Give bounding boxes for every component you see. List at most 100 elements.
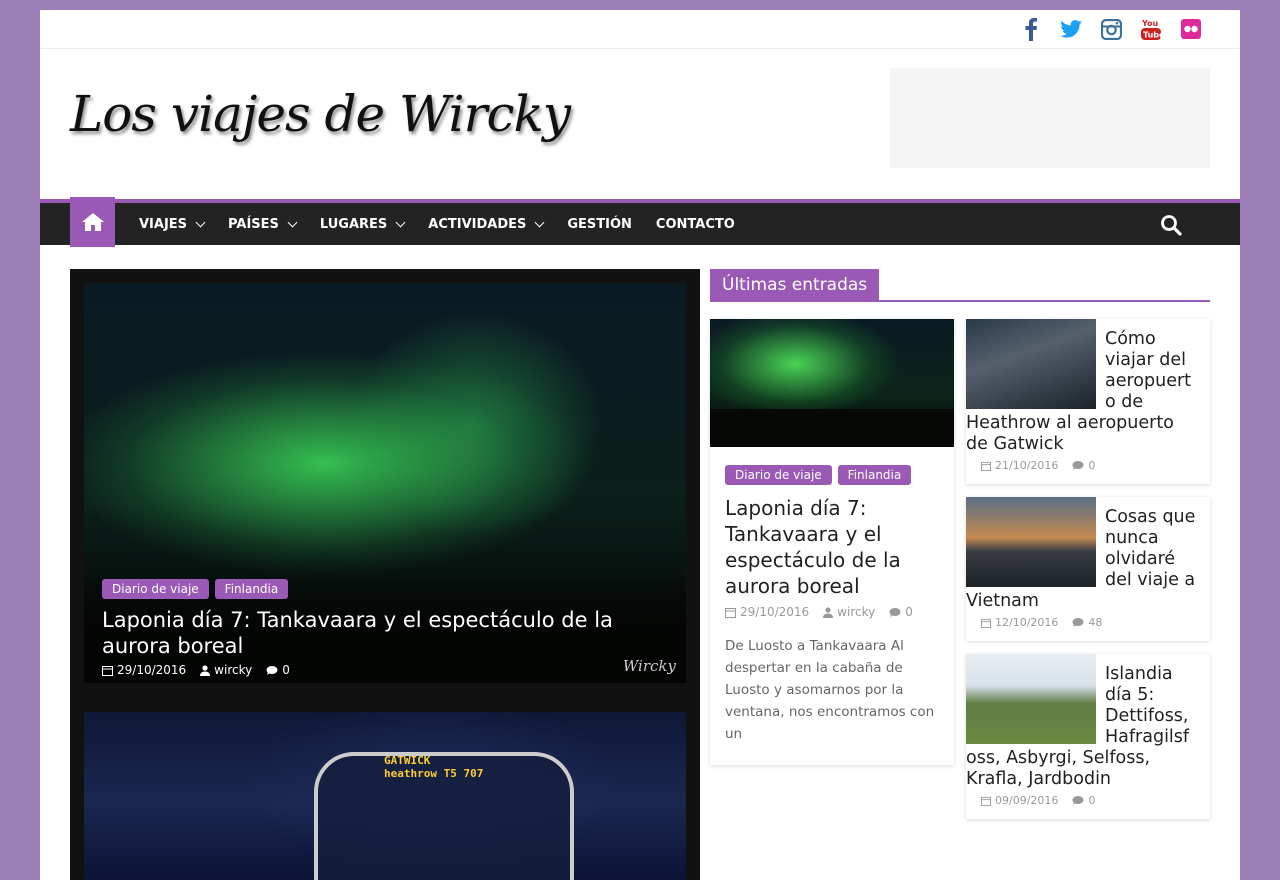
featured-slider: Diario de viaje Finlandia Laponia día 7:…: [70, 269, 700, 880]
post-comments[interactable]: 48: [1072, 616, 1102, 629]
latest-post-card: Cosas que nunca olvidaré del viaje a Vie…: [966, 497, 1210, 641]
youtube-icon[interactable]: You Tube: [1140, 16, 1162, 42]
image-watermark: Wircky: [622, 657, 676, 675]
chevron-down-icon: [395, 217, 406, 227]
latest-posts-title: Últimas entradas: [710, 269, 880, 302]
post-date[interactable]: 29/10/2016: [725, 605, 809, 619]
post-author-text: wircky: [837, 605, 876, 619]
chevron-down-icon: [195, 217, 206, 227]
latest-featured-post: Diario de viaje Finlandia Laponia día 7:…: [710, 319, 954, 765]
post-date-text: 29/10/2016: [740, 605, 810, 619]
chevron-down-icon: [534, 217, 545, 227]
comments-icon: [889, 607, 901, 617]
calendar-icon: [725, 607, 736, 618]
calendar-icon: [981, 461, 991, 471]
slide-caption: Diario de viaje Finlandia Laponia día 7:…: [102, 579, 666, 677]
slide-aurora[interactable]: Diario de viaje Finlandia Laponia día 7:…: [84, 283, 686, 683]
home-icon: [81, 213, 104, 231]
latest-posts-header: Últimas entradas: [710, 269, 1210, 302]
post-date[interactable]: 29/10/2016: [102, 663, 186, 677]
post-date-text: 12/10/2016: [995, 616, 1059, 629]
slide-categories: Diario de viaje Finlandia: [102, 579, 666, 599]
featured-post-excerpt: De Luosto a Tankavaara Al despertar en l…: [725, 638, 935, 742]
post-date[interactable]: 09/09/2016: [981, 794, 1058, 807]
bus-sign-line: GATWICK: [384, 754, 431, 767]
facebook-icon[interactable]: [1020, 16, 1042, 42]
calendar-icon: [102, 665, 113, 676]
nav-item-label: LUGARES: [319, 216, 388, 232]
nav-item-actividades[interactable]: ACTIVIDADES: [416, 201, 555, 247]
post-thumbnail[interactable]: [966, 497, 1096, 587]
flickr-icon[interactable]: [1180, 16, 1202, 42]
post-comments-text: 0: [1088, 794, 1096, 807]
post-comments[interactable]: 0: [1072, 459, 1095, 472]
post-comments[interactable]: 0: [889, 605, 913, 619]
featured-post-title[interactable]: Laponia día 7: Tankavaara y el espectácu…: [725, 495, 939, 599]
user-icon: [823, 606, 834, 618]
post-date-text: 21/10/2016: [995, 459, 1059, 472]
post-comments-text: 0: [905, 605, 913, 619]
category-badge[interactable]: Finlandia: [214, 579, 289, 599]
site-header: Los viajes de Wircky: [40, 49, 1240, 199]
search-button[interactable]: [1160, 214, 1184, 238]
category-badge[interactable]: Diario de viaje: [725, 465, 832, 485]
post-comments-text: 0: [282, 663, 290, 677]
site-logo[interactable]: Los viajes de Wircky: [70, 69, 571, 159]
post-thumbnail[interactable]: [966, 319, 1096, 409]
nav-menu: VIAJES PAÍSES LUGARES ACTIVIDADES GESTIÓ…: [127, 201, 747, 247]
calendar-icon: [981, 796, 991, 806]
post-thumbnail[interactable]: [966, 654, 1096, 744]
post-author[interactable]: wircky: [200, 663, 252, 677]
nav-item-label: GESTIÓN: [567, 216, 632, 232]
featured-post-categories: Diario de viaje Finlandia: [725, 465, 939, 485]
post-comments[interactable]: 0: [1072, 794, 1095, 807]
latest-post-card: Cómo viajar del aeropuert o de Heathrow …: [966, 319, 1210, 484]
instagram-icon[interactable]: [1100, 16, 1122, 42]
nav-item-viajes[interactable]: VIAJES: [127, 201, 216, 247]
post-comments-text: 0: [1088, 459, 1096, 472]
slide-bus[interactable]: GATWICK heathrow T5 707: [84, 712, 686, 880]
chevron-down-icon: [287, 217, 298, 227]
featured-post-meta: 29/10/2016 wircky 0: [725, 605, 939, 619]
calendar-icon: [981, 618, 991, 628]
post-date-text: 29/10/2016: [117, 663, 187, 677]
slide-title[interactable]: Laponia día 7: Tankavaara y el espectácu…: [102, 607, 666, 659]
post-title-tail[interactable]: Vietnam: [966, 591, 1210, 612]
featured-post-thumbnail[interactable]: [710, 319, 954, 447]
comments-icon: [266, 665, 278, 675]
category-badge[interactable]: Diario de viaje: [102, 579, 209, 599]
post-comments[interactable]: 0: [266, 663, 290, 677]
nav-item-contacto[interactable]: CONTACTO: [644, 201, 747, 247]
user-icon: [200, 664, 211, 676]
top-bar: You Tube: [40, 10, 1240, 49]
category-badge[interactable]: Finlandia: [837, 465, 912, 485]
nav-item-label: VIAJES: [139, 216, 188, 232]
post-date-text: 09/09/2016: [995, 794, 1059, 807]
nav-item-paises[interactable]: PAÍSES: [216, 201, 308, 247]
logo-text: Los viajes de Wircky: [70, 85, 571, 143]
nav-item-gestion[interactable]: GESTIÓN: [555, 201, 644, 247]
comments-icon: [1072, 461, 1084, 470]
main-nav: VIAJES PAÍSES LUGARES ACTIVIDADES GESTIÓ…: [40, 197, 1240, 247]
post-meta: 21/10/2016 0: [966, 455, 1210, 472]
page-wrapper: You Tube Los viajes de Wircky VIAJES PAÍS…: [40, 10, 1240, 880]
home-button[interactable]: [70, 197, 115, 247]
post-author-text: wircky: [214, 663, 253, 677]
nav-item-label: PAÍSES: [228, 216, 279, 232]
search-icon: [1161, 215, 1182, 236]
post-title-tail[interactable]: Krafla, Jardbodin: [966, 769, 1210, 790]
nav-item-lugares[interactable]: LUGARES: [308, 201, 416, 247]
post-author[interactable]: wircky: [823, 605, 875, 619]
header-ad-placeholder: [890, 68, 1210, 168]
post-date[interactable]: 12/10/2016: [981, 616, 1058, 629]
post-comments-text: 48: [1088, 616, 1103, 629]
svg-text:Tube: Tube: [1143, 31, 1161, 40]
post-meta: 09/09/2016 0: [966, 790, 1210, 807]
comments-icon: [1072, 796, 1084, 805]
twitter-icon[interactable]: [1060, 16, 1082, 42]
nav-item-label: CONTACTO: [655, 216, 735, 232]
social-links: You Tube: [1020, 16, 1202, 42]
post-date[interactable]: 21/10/2016: [981, 459, 1058, 472]
svg-text:You: You: [1141, 19, 1159, 28]
post-title-tail[interactable]: Heathrow al aeropuerto de Gatwick: [966, 413, 1210, 455]
